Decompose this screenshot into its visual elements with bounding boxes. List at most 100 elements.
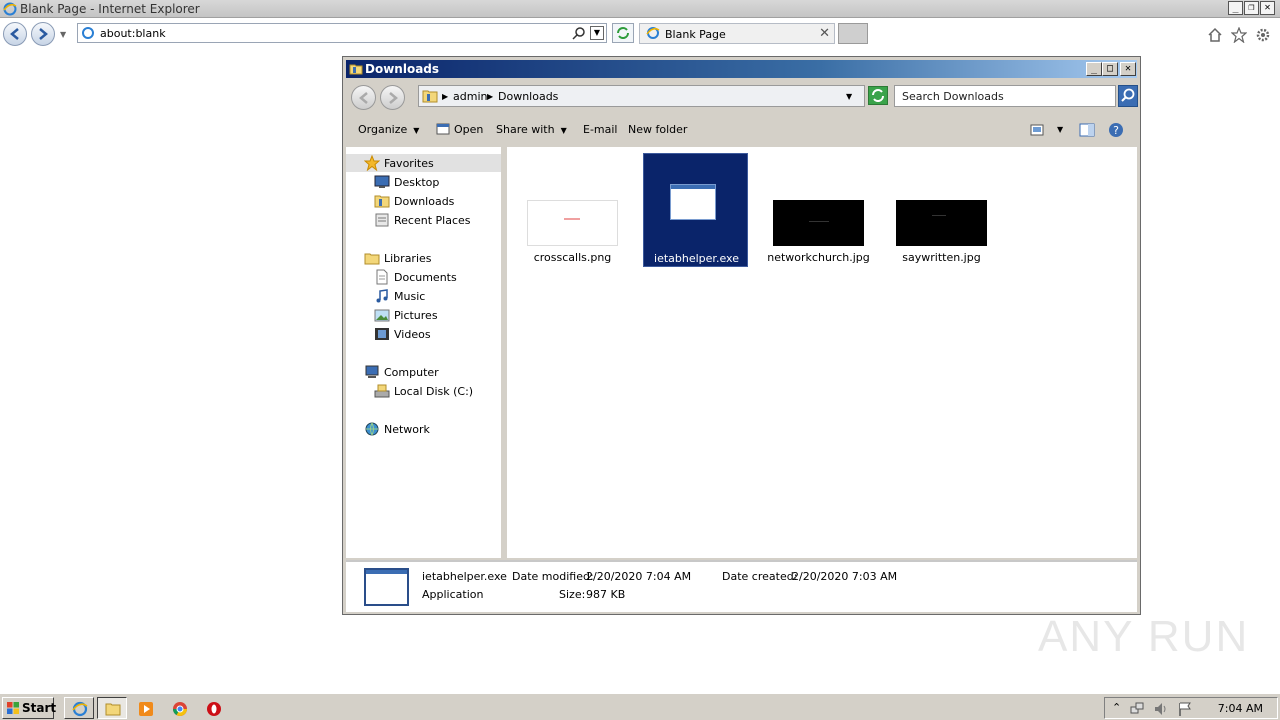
new-folder-button[interactable]: New folder — [628, 123, 687, 136]
windows-logo-icon — [7, 702, 19, 714]
file-item-networkchurch[interactable]: networkchurch.jpg — [766, 153, 871, 267]
svg-text:?: ? — [1113, 124, 1119, 137]
ie-restore-button[interactable]: ❐ — [1244, 1, 1259, 15]
address-dropdown-icon[interactable]: ▼ — [590, 26, 604, 40]
details-modified-label: Date modified: — [512, 570, 594, 583]
recent-places-icon — [375, 213, 389, 227]
share-with-button[interactable]: Share with ▼ — [496, 123, 567, 136]
breadcrumb-dropdown-icon[interactable]: ▼ — [846, 92, 852, 101]
email-button[interactable]: E-mail — [583, 123, 618, 136]
file-item-crosscalls[interactable]: crosscalls.png — [520, 153, 625, 267]
nav-network-label: Network — [384, 423, 430, 436]
system-tray: ⌃ 7:04 AM — [1104, 697, 1278, 719]
help-icon[interactable]: ? — [1108, 122, 1124, 138]
nav-computer-label: Computer — [384, 366, 439, 379]
ie-back-button[interactable] — [3, 22, 27, 46]
taskbar-explorer-button[interactable] — [97, 697, 127, 719]
details-created-label: Date created: — [722, 570, 798, 583]
videos-icon — [375, 328, 389, 340]
nav-documents-label: Documents — [394, 271, 457, 284]
ie-refresh-button[interactable] — [612, 23, 634, 43]
file-item-saywritten[interactable]: saywritten.jpg — [889, 153, 994, 267]
explorer-titlebar: Downloads _ □ ✕ — [346, 60, 1137, 78]
nav-libraries-label: Libraries — [384, 252, 432, 265]
refresh-icon — [617, 27, 629, 39]
home-icon[interactable] — [1207, 27, 1223, 43]
ie-icon — [72, 701, 88, 717]
taskbar-opera-button[interactable] — [198, 697, 228, 719]
ie-tab-blank-page[interactable]: Blank Page ✕ — [639, 23, 835, 44]
ie-address-text[interactable]: about:blank — [100, 27, 166, 40]
ie-close-button[interactable]: ✕ — [1260, 1, 1275, 15]
file-name: crosscalls.png — [533, 251, 612, 264]
clock[interactable]: 7:04 AM — [1218, 702, 1263, 715]
explorer-address-bar: ▶ admin ▶ Downloads ▼ Search Downloads — [346, 82, 1138, 112]
refresh-icon — [872, 89, 884, 102]
breadcrumb-chevron-icon[interactable]: ▶ — [487, 92, 493, 101]
nav-desktop-label: Desktop — [394, 176, 440, 189]
ie-forward-button[interactable] — [31, 22, 55, 46]
breadcrumb-admin[interactable]: admin — [453, 90, 487, 103]
gear-icon[interactable] — [1255, 27, 1271, 43]
network-icon — [365, 422, 379, 436]
forward-arrow-icon — [389, 92, 398, 104]
hard-disk-icon — [374, 384, 390, 398]
details-created-value: 2/20/2020 7:03 AM — [792, 570, 898, 583]
file-name: networkchurch.jpg — [767, 251, 870, 264]
open-button[interactable]: Open — [454, 123, 483, 136]
explorer-minimize-button[interactable]: _ — [1086, 62, 1102, 76]
explorer-window-title: Downloads — [365, 62, 440, 76]
image-thumbnail — [773, 200, 864, 246]
explorer-forward-button[interactable] — [380, 85, 405, 110]
image-thumbnail — [527, 200, 618, 246]
nav-videos-label: Videos — [394, 328, 431, 341]
details-file-name: ietabhelper.exe — [422, 570, 507, 583]
start-button[interactable]: Start — [2, 697, 57, 719]
explorer-maximize-button[interactable]: □ — [1102, 62, 1118, 76]
ie-navbar: ▼ about:blank ▼ Blank Page ✕ — [0, 18, 1280, 48]
favorites-star-icon[interactable] — [1231, 27, 1247, 43]
explorer-close-button[interactable]: ✕ — [1120, 62, 1136, 76]
nav-recent-places-label: Recent Places — [394, 214, 471, 227]
ie-address-bar[interactable]: about:blank ▼ — [77, 23, 607, 43]
search-input[interactable]: Search Downloads — [894, 85, 1116, 107]
view-dropdown-icon[interactable]: ▼ — [1057, 125, 1063, 134]
file-item-ietabhelper[interactable]: ietabhelper.exe — [643, 153, 748, 267]
back-arrow-icon — [359, 92, 368, 104]
preview-pane-icon[interactable] — [1079, 123, 1095, 137]
ie-minimize-button[interactable]: _ — [1228, 1, 1243, 15]
downloads-folder-icon — [374, 195, 390, 208]
breadcrumb-downloads[interactable]: Downloads — [498, 90, 558, 103]
file-list: crosscalls.png ietabhelper.exe networkch… — [507, 147, 1137, 558]
breadcrumb-chevron-icon[interactable]: ▶ — [442, 92, 448, 101]
downloads-folder-icon — [422, 90, 438, 103]
explorer-back-button[interactable] — [351, 85, 376, 110]
view-options-icon[interactable] — [1030, 124, 1044, 136]
taskbar-media-player-button[interactable] — [130, 697, 160, 719]
network-status-icon[interactable] — [1129, 701, 1145, 717]
search-icon[interactable] — [572, 26, 586, 40]
opera-icon — [207, 702, 221, 716]
breadcrumb[interactable]: ▶ admin ▶ Downloads ▼ — [418, 85, 865, 107]
taskbar-chrome-button[interactable] — [164, 697, 194, 719]
nav-favorites[interactable]: Favorites — [346, 154, 501, 172]
show-hidden-icons-icon[interactable]: ⌃ — [1112, 701, 1121, 714]
search-button[interactable] — [1118, 85, 1138, 107]
taskbar-ie-button[interactable] — [64, 697, 94, 719]
start-label: Start — [22, 701, 57, 715]
organize-button[interactable]: Organize ▼ — [358, 123, 419, 136]
action-center-flag-icon[interactable] — [1177, 701, 1193, 717]
history-dropdown-icon[interactable]: ▼ — [60, 30, 66, 39]
explorer-refresh-button[interactable] — [868, 86, 888, 105]
ie-window-title: Blank Page - Internet Explorer — [20, 2, 200, 16]
pictures-icon — [374, 309, 390, 322]
ie-logo-icon — [3, 2, 17, 16]
computer-icon — [365, 365, 379, 378]
ie-tab-label: Blank Page — [665, 28, 726, 41]
ie-tab-close-icon[interactable]: ✕ — [819, 26, 830, 41]
ie-tab-icon — [646, 27, 660, 39]
ie-new-tab-button[interactable] — [838, 23, 868, 44]
navigation-pane: Favorites Desktop Downloads Recent Place… — [346, 147, 504, 558]
back-arrow-icon — [10, 28, 19, 40]
volume-icon[interactable] — [1153, 701, 1169, 717]
